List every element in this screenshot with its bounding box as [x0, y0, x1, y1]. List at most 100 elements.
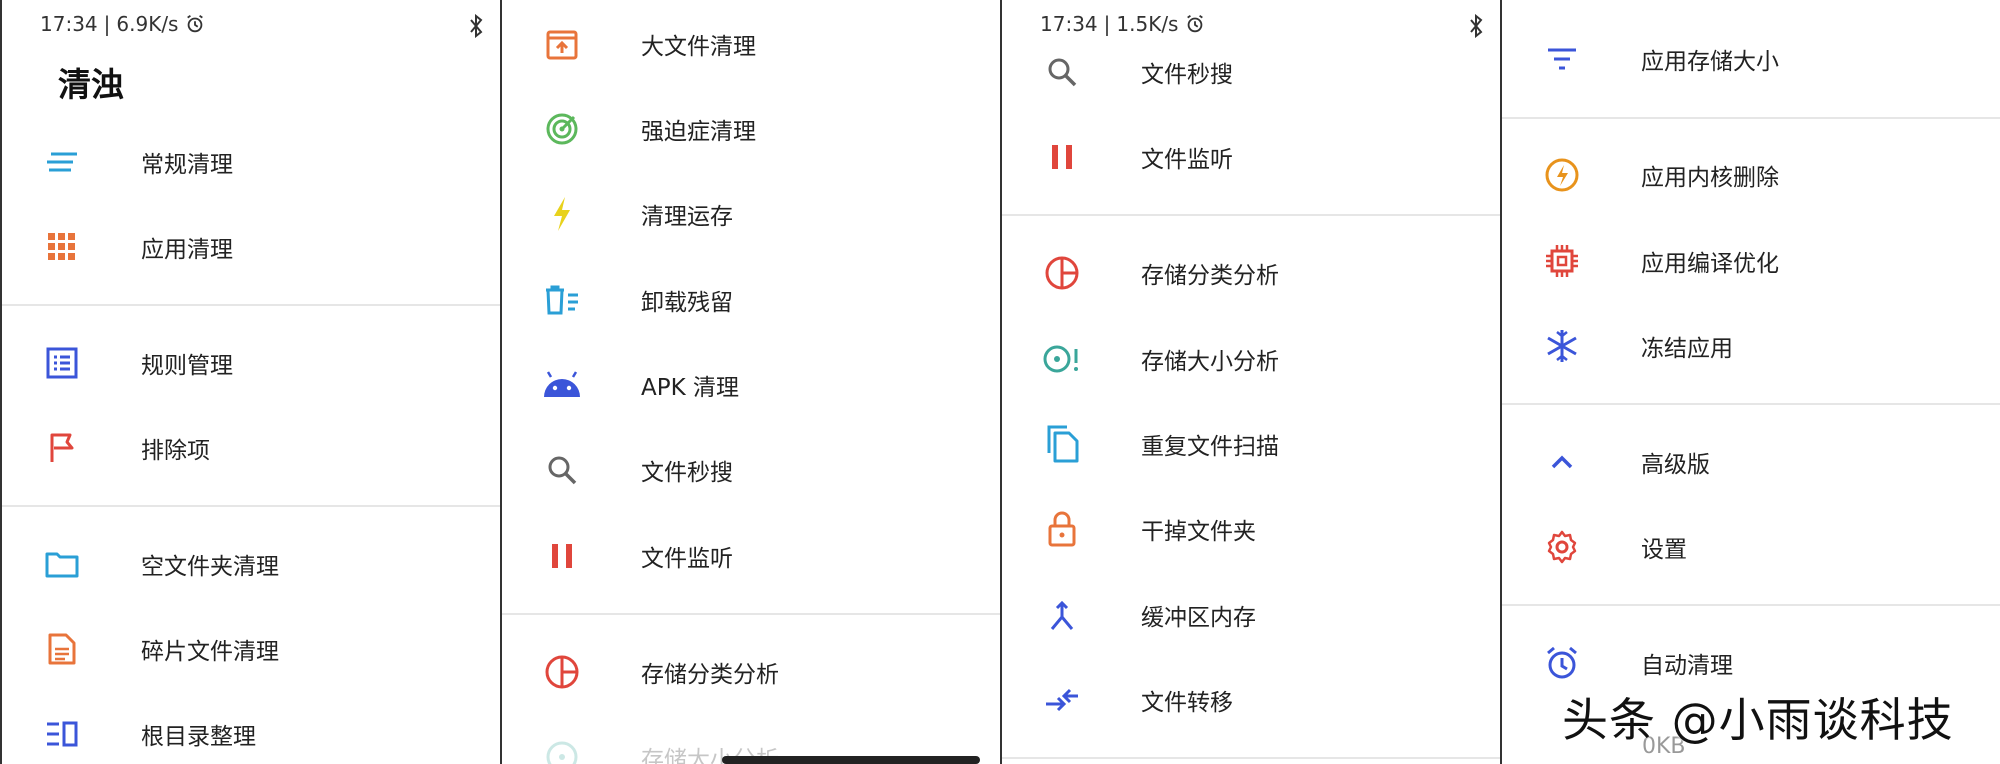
- menu-item-label: 重复文件扫描: [1141, 434, 1279, 460]
- menu-item-label: 文件监听: [641, 546, 733, 572]
- divider: [1002, 757, 1500, 759]
- lightning-icon: [542, 194, 582, 234]
- menu-item-apk-clean[interactable]: APK 清理: [502, 352, 1000, 418]
- menu-item-exclusions[interactable]: 排除项: [2, 415, 500, 481]
- drawer-panel-3: 17:34 | 1.5K/s 文件秒搜 文件监听 存储分类分析 存储大小分析 重…: [1000, 0, 1500, 764]
- status-time: 17:34: [1040, 12, 1098, 36]
- menu-item-duplicate-scan[interactable]: 重复文件扫描: [1002, 411, 1500, 477]
- divider: [1002, 214, 1500, 216]
- menu-item-label: APK 清理: [641, 375, 739, 401]
- menu-item-fragment-clean[interactable]: 碎片文件清理: [2, 616, 500, 682]
- menu-item-file-search[interactable]: 文件秒搜: [1002, 39, 1500, 105]
- menu-item-app-storage-size[interactable]: 应用存储大小: [1502, 26, 2000, 92]
- trash-list-icon: [542, 280, 582, 320]
- merge-icon: [1042, 595, 1082, 635]
- target-alert-icon: [1042, 339, 1082, 379]
- filter-icon: [1542, 39, 1582, 79]
- menu-item-file-search[interactable]: 文件秒搜: [502, 437, 1000, 503]
- snowflake-icon: [1542, 326, 1582, 366]
- pause-icon: [542, 536, 582, 576]
- align-list-icon: [42, 714, 82, 754]
- menu-item-app-clean[interactable]: 应用清理: [2, 214, 500, 280]
- flag-icon: [42, 428, 82, 468]
- watermark: 头条 @小雨谈科技: [1562, 693, 1954, 747]
- menu-item-storage-size[interactable]: 存储大小分析: [1002, 326, 1500, 392]
- menu-item-label: 排除项: [141, 438, 210, 464]
- menu-item-label: 文件秒搜: [1141, 62, 1233, 88]
- search-icon: [1042, 52, 1082, 92]
- menu-item-label: 文件监听: [1141, 147, 1233, 173]
- menu-item-rule-manage[interactable]: 规则管理: [2, 330, 500, 396]
- menu-item-file-transfer[interactable]: 文件转移: [1002, 667, 1500, 733]
- menu-item-label: 碎片文件清理: [141, 639, 279, 665]
- menu-item-ocd-clean[interactable]: 强迫症清理: [502, 96, 1000, 162]
- menu-item-storage-category[interactable]: 存储分类分析: [502, 639, 1000, 705]
- menu-item-label: 空文件夹清理: [141, 554, 279, 580]
- menu-item-kill-folder[interactable]: 干掉文件夹: [1002, 496, 1500, 562]
- document-icon: [42, 629, 82, 669]
- menu-item-freeze-app[interactable]: 冻结应用: [1502, 313, 2000, 379]
- divider: [2, 304, 500, 306]
- bluetooth-status-icon: [1470, 14, 1483, 38]
- search-icon: [542, 450, 582, 490]
- menu-item-label: 强迫症清理: [641, 119, 756, 145]
- checklist-icon: [42, 343, 82, 383]
- alarm-status-icon: [1187, 14, 1204, 33]
- copy-icon: [1042, 424, 1082, 464]
- bluetooth-status-icon: [470, 14, 483, 38]
- menu-item-empty-folder[interactable]: 空文件夹清理: [2, 531, 500, 597]
- pie-chart-icon: [1042, 253, 1082, 293]
- menu-item-uninstall-residue[interactable]: 卸载残留: [502, 267, 1000, 333]
- divider: [1502, 403, 2000, 405]
- android-icon: [542, 365, 582, 405]
- menu-item-label: 存储分类分析: [1141, 263, 1279, 289]
- menu-item-settings[interactable]: 设置: [1502, 514, 2000, 580]
- grid-dots-icon: [42, 227, 82, 267]
- menu-item-label: 文件秒搜: [641, 460, 733, 486]
- menu-item-label: 存储大小分析: [1141, 349, 1279, 375]
- menu-item-label: 规则管理: [141, 353, 233, 379]
- drawer-panel-4: 应用存储大小 应用内核删除 应用编译优化 冻结应用 高级版 设置 自动清理 0K…: [1500, 0, 2000, 764]
- alarm-status-icon: [187, 14, 204, 33]
- menu-item-clean-ram[interactable]: 清理运存: [502, 181, 1000, 247]
- menu-item-label: 应用存储大小: [1641, 49, 1779, 75]
- menu-item-label: 常规清理: [141, 152, 233, 178]
- lock-icon: [1042, 509, 1082, 549]
- drawer-panel-1: 17:34 | 6.9K/s 清浊 常规清理 应用清理 规则管理 排除项 空文件…: [0, 0, 500, 764]
- pie-chart-icon: [542, 652, 582, 692]
- menu-item-large-file[interactable]: 大文件清理: [502, 11, 1000, 77]
- menu-item-buffer-memory[interactable]: 缓冲区内存: [1002, 582, 1500, 648]
- status-bar: 17:34 | 6.9K/s: [40, 12, 206, 36]
- status-speed: 6.9K/s: [116, 12, 179, 36]
- menu-item-label: 设置: [1641, 537, 1687, 563]
- menu-item-root-organize[interactable]: 根目录整理: [2, 701, 500, 764]
- divider: [502, 613, 1000, 615]
- radar-icon: [542, 109, 582, 149]
- target-icon: [542, 737, 582, 764]
- divider: [1502, 117, 2000, 119]
- status-time: 17:34: [40, 12, 98, 36]
- menu-item-app-kernel-delete[interactable]: 应用内核删除: [1502, 142, 2000, 208]
- menu-item-label: 文件转移: [1141, 690, 1233, 716]
- status-bar: 17:34 | 1.5K/s: [1040, 12, 1206, 36]
- menu-item-file-monitor[interactable]: 文件监听: [502, 523, 1000, 589]
- status-speed: 1.5K/s: [1116, 12, 1179, 36]
- scroll-indicator[interactable]: [722, 756, 980, 764]
- folder-icon: [42, 544, 82, 584]
- menu-item-premium[interactable]: 高级版: [1502, 429, 2000, 495]
- menu-item-label: 冻结应用: [1641, 336, 1733, 362]
- menu-item-file-monitor[interactable]: 文件监听: [1002, 124, 1500, 190]
- menu-item-label: 卸载残留: [641, 290, 733, 316]
- menu-item-label: 大文件清理: [641, 34, 756, 60]
- app-title: 清浊: [58, 65, 124, 104]
- archive-upload-icon: [542, 24, 582, 64]
- menu-item-label: 应用内核删除: [1641, 165, 1779, 191]
- swap-arrows-icon: [1042, 680, 1082, 720]
- menu-item-storage-category[interactable]: 存储分类分析: [1002, 240, 1500, 306]
- drawer-panel-2: 大文件清理 强迫症清理 清理运存 卸载残留 APK 清理 文件秒搜 文件监听 存…: [500, 0, 1000, 764]
- menu-item-general-clean[interactable]: 常规清理: [2, 129, 500, 195]
- sort-lines-icon: [42, 142, 82, 182]
- chevron-up-icon: [1542, 442, 1582, 482]
- menu-item-app-compile-optimize[interactable]: 应用编译优化: [1502, 228, 2000, 294]
- chip-icon: [1542, 241, 1582, 281]
